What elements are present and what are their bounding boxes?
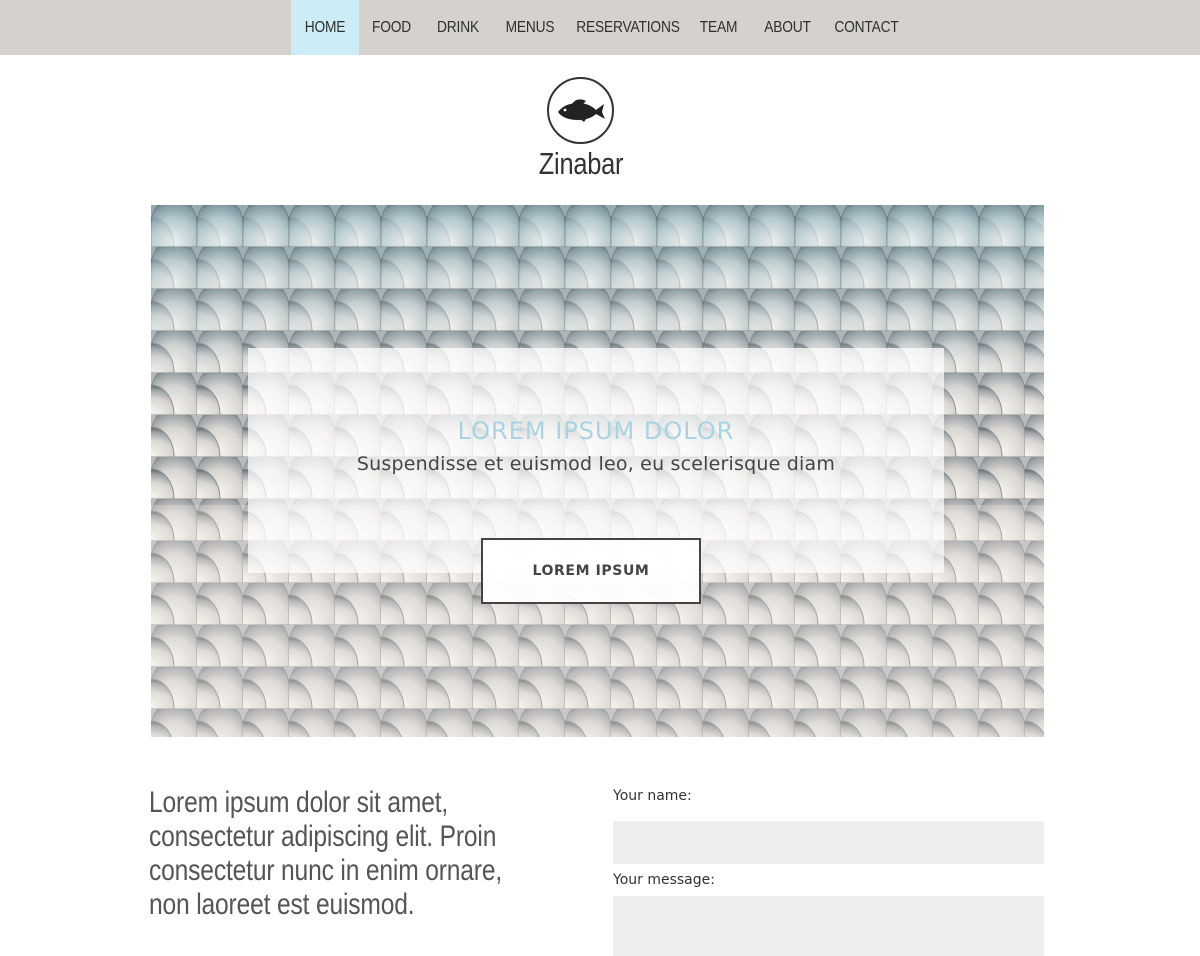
nav-item-contact-wrap: CONTACT — [824, 0, 909, 55]
nav-menu: HOME FOOD DRINK MENUS RESERVATIONS TEAM … — [290, 0, 909, 55]
hero-cta-button[interactable]: LOREM IPSUM — [481, 538, 701, 604]
hero-subtitle: Suspendisse et euismod leo, eu scelerisq… — [356, 453, 836, 475]
message-field[interactable] — [613, 896, 1044, 956]
message-label: Your message: — [613, 872, 715, 888]
name-field[interactable] — [613, 821, 1044, 864]
nav-item-about[interactable]: ABOUT — [756, 0, 819, 55]
nav-item-menus-wrap: MENUS — [492, 0, 568, 55]
nav-item-reservations[interactable]: RESERVATIONS — [576, 0, 680, 55]
intro-text: Lorem ipsum dolor sit amet, consectetur … — [149, 786, 503, 921]
nav-item-team-wrap: TEAM — [686, 0, 751, 55]
hero-title: LOREM IPSUM DOLOR — [457, 417, 735, 445]
nav-item-drink-wrap: DRINK — [424, 0, 492, 55]
nav-item-food-wrap: FOOD — [359, 0, 424, 55]
nav-item-food[interactable]: FOOD — [363, 0, 419, 55]
logo[interactable] — [547, 77, 614, 144]
nav-item-contact[interactable]: CONTACT — [829, 0, 902, 55]
top-navigation: HOME FOOD DRINK MENUS RESERVATIONS TEAM … — [0, 0, 1200, 55]
nav-item-menus[interactable]: MENUS — [497, 0, 562, 55]
nav-item-team[interactable]: TEAM — [690, 0, 746, 55]
fish-icon — [558, 99, 605, 122]
site-title[interactable]: Zinabar — [498, 146, 664, 182]
nav-item-home[interactable]: HOME — [295, 0, 353, 55]
nav-item-reservations-wrap: RESERVATIONS — [568, 0, 686, 55]
nav-item-drink[interactable]: DRINK — [428, 0, 486, 55]
nav-item-home-wrap[interactable]: HOME — [290, 0, 359, 55]
nav-item-about-wrap: ABOUT — [751, 0, 824, 55]
name-label: Your name: — [613, 788, 692, 804]
hero-banner: LOREM IPSUM DOLOR Suspendisse et euismod… — [151, 205, 1044, 737]
